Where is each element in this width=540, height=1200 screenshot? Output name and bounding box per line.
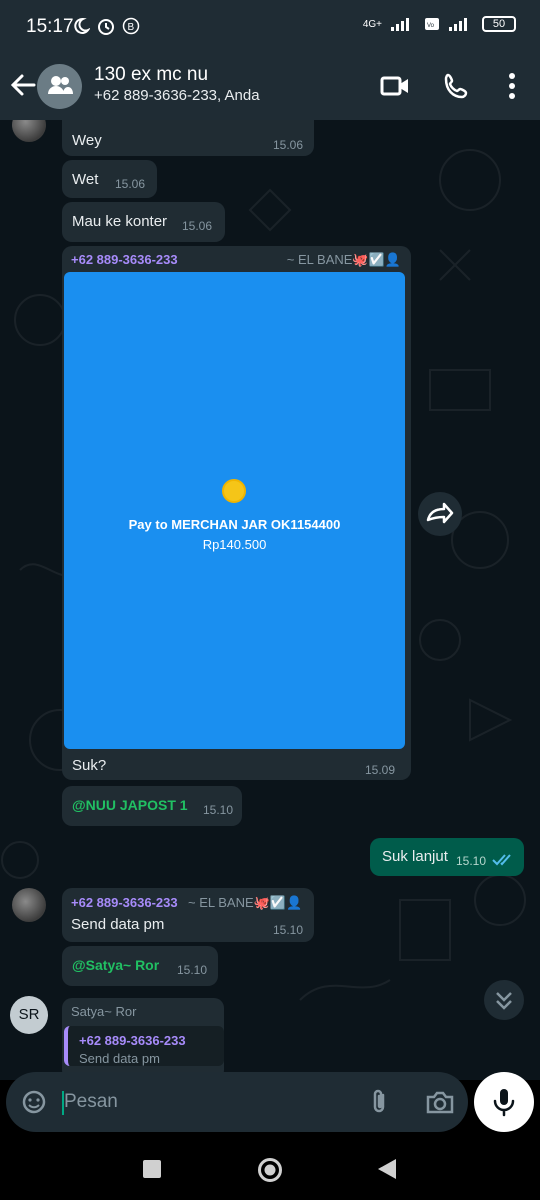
- group-avatar[interactable]: [37, 64, 82, 109]
- signal-icon-2: [449, 18, 467, 31]
- status-time: 15:17: [26, 16, 74, 37]
- double-check-icon: [492, 854, 511, 866]
- message-composer[interactable]: Pesan: [6, 1072, 468, 1132]
- message-time: 15.09: [365, 763, 396, 777]
- message-bubble[interactable]: Mau ke konter 15.06: [62, 202, 225, 242]
- battery-indicator: 50: [482, 16, 516, 32]
- chat-header: 130 ex mc nu +62 889-3636-233, Anda: [0, 52, 540, 120]
- message-time: 15.06: [115, 177, 146, 191]
- scroll-to-bottom-button[interactable]: [484, 980, 524, 1020]
- message-text: Wet: [72, 171, 99, 188]
- message-time: 15.10: [456, 854, 487, 868]
- voice-call-icon[interactable]: [441, 70, 473, 102]
- back-button-icon[interactable]: [376, 1158, 398, 1180]
- sender-name: Satya~ Ror: [71, 1004, 137, 1019]
- coin-check-icon: [222, 479, 246, 503]
- message-bubble[interactable]: +62 889-3636-233 ~ EL BANE🐙☑️👤 Send data…: [62, 888, 314, 942]
- message-bubble[interactable]: @NUU JAPOST 1 15.10: [62, 786, 242, 826]
- sender-phone: +62 889-3636-233: [71, 895, 178, 910]
- svg-text:Vo: Vo: [427, 23, 435, 29]
- message-time: 15.10: [177, 963, 208, 977]
- camera-icon[interactable]: [425, 1088, 455, 1116]
- message-time: 15.10: [203, 803, 234, 817]
- payment-amount: Rp140.500: [202, 537, 267, 552]
- sticker-icon[interactable]: [20, 1088, 48, 1116]
- more-options-icon[interactable]: [496, 70, 528, 102]
- recents-button-icon[interactable]: [142, 1159, 162, 1179]
- forward-icon: [426, 502, 454, 524]
- mention-text[interactable]: @NUU JAPOST 1: [72, 797, 188, 813]
- quoted-sender: +62 889-3636-233: [79, 1033, 186, 1048]
- network-type: 4G+: [362, 18, 382, 30]
- message-text: Send data pm: [71, 916, 165, 933]
- system-navigation-bar: [0, 1140, 540, 1200]
- message-time: 15.06: [273, 138, 304, 152]
- message-bubble[interactable]: @Satya~ Ror 15.10: [62, 946, 218, 986]
- message-time: 15.10: [273, 923, 304, 937]
- sender-avatar-initials[interactable]: SR: [10, 996, 48, 1034]
- forward-button[interactable]: [418, 492, 462, 536]
- home-button-icon[interactable]: [257, 1157, 283, 1183]
- message-text: Mau ke konter: [72, 213, 168, 230]
- chat-title[interactable]: 130 ex mc nu: [94, 64, 208, 86]
- sender-name: ~ EL BANE🐙☑️👤: [188, 895, 303, 910]
- message-time: 15.06: [182, 219, 213, 233]
- message-text: Suk?: [72, 757, 107, 774]
- double-chevron-down-icon: [496, 992, 512, 1010]
- signal-icon: [391, 18, 409, 31]
- voice-message-button[interactable]: [474, 1072, 534, 1132]
- microphone-icon: [493, 1089, 515, 1117]
- quoted-text: Send data pm: [79, 1051, 160, 1066]
- message-text: Wey: [72, 132, 102, 149]
- sender-phone: +62 889-3636-233: [71, 252, 178, 267]
- svg-text:B: B: [128, 22, 135, 33]
- alarm-icon: [98, 19, 114, 35]
- message-bubble[interactable]: Wey 15.06: [62, 120, 314, 156]
- back-arrow-icon[interactable]: [8, 68, 38, 102]
- chat-area[interactable]: Wey 15.06 Wet 15.06 Mau ke konter 15.06 …: [0, 120, 540, 1080]
- message-input[interactable]: Pesan: [64, 1091, 118, 1113]
- sender-avatar[interactable]: [12, 888, 46, 922]
- attach-icon[interactable]: [366, 1088, 394, 1116]
- volte-icon: Vo: [425, 18, 439, 30]
- message-bubble[interactable]: Wet 15.06: [62, 160, 157, 198]
- payment-image[interactable]: Pay to MERCHAN JAR OK1154400 Rp140.500: [64, 272, 405, 749]
- outgoing-message-bubble[interactable]: Suk lanjut 15.10: [370, 838, 524, 876]
- mention-text[interactable]: @Satya~ Ror: [72, 957, 159, 973]
- quoted-message[interactable]: +62 889-3636-233 Send data pm: [64, 1026, 224, 1066]
- message-text: Suk lanjut: [382, 848, 448, 865]
- payment-recipient: Pay to MERCHAN JAR OK1154400: [128, 517, 341, 532]
- chat-participants[interactable]: +62 889-3636-233, Anda: [94, 87, 260, 104]
- status-bar: 15:17 B 4G+ Vo 50: [0, 0, 540, 52]
- video-call-icon[interactable]: [379, 70, 411, 102]
- sender-name: ~ EL BANE🐙☑️👤: [286, 252, 401, 267]
- moon-icon: [74, 17, 90, 34]
- b-badge-icon: B: [122, 17, 140, 35]
